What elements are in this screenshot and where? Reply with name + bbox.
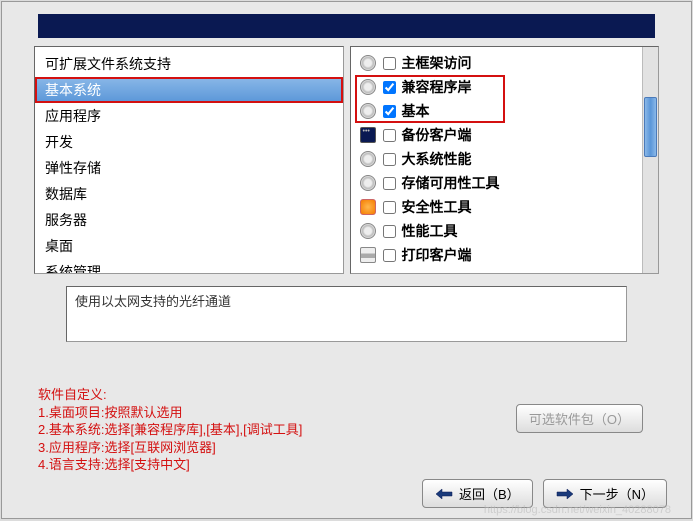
instructions-line4: 4.语言支持:选择[支持中文] xyxy=(38,456,302,474)
category-item[interactable]: 系统管理 xyxy=(35,259,343,274)
package-row[interactable]: 基本 xyxy=(351,99,659,123)
package-checkbox[interactable] xyxy=(383,129,396,142)
package-label: 存储可用性工具 xyxy=(402,173,651,193)
instructions-line3: 3.应用程序:选择[互联网浏览器] xyxy=(38,439,302,457)
package-row[interactable]: 兼容程序岸 xyxy=(351,75,659,99)
package-checkbox[interactable] xyxy=(383,225,396,238)
category-item[interactable]: 基本系统 xyxy=(35,77,343,103)
package-label: 主框架访问 xyxy=(402,53,651,73)
gear-icon xyxy=(359,78,377,96)
gear-icon xyxy=(359,54,377,72)
orange-icon xyxy=(359,198,377,216)
optional-packages-button[interactable]: 可选软件包（O） xyxy=(516,404,643,433)
installer-window: 可扩展文件系统支持基本系统应用程序开发弹性存储数据库服务器桌面系统管理 主框架访… xyxy=(1,1,692,519)
instructions-line2: 2.基本系统:选择[兼容程序库],[基本],[调试工具] xyxy=(38,421,302,439)
instructions-overlay: 软件自定义: 1.桌面项目:按照默认选用 2.基本系统:选择[兼容程序库],[基… xyxy=(38,386,302,474)
description-box: 使用以太网支持的光纤通道 xyxy=(66,286,627,342)
package-row[interactable]: 备份客户端 xyxy=(351,123,659,147)
category-item[interactable]: 应用程序 xyxy=(35,103,343,129)
package-checkbox[interactable] xyxy=(383,201,396,214)
scrollbar-vertical[interactable] xyxy=(642,47,658,273)
package-label: 安全性工具 xyxy=(402,197,651,217)
package-checkbox[interactable] xyxy=(383,153,396,166)
title-bar xyxy=(38,14,655,38)
package-label: 基本 xyxy=(402,101,651,121)
package-row[interactable]: 性能工具 xyxy=(351,219,659,243)
category-panel: 可扩展文件系统支持基本系统应用程序开发弹性存储数据库服务器桌面系统管理 xyxy=(34,46,344,274)
arrow-right-icon xyxy=(556,488,574,500)
category-item[interactable]: 数据库 xyxy=(35,181,343,207)
package-row[interactable]: 大系统性能 xyxy=(351,147,659,171)
gear-icon xyxy=(359,222,377,240)
package-checkbox[interactable] xyxy=(383,105,396,118)
optional-button-label: 可选软件包（O） xyxy=(529,409,630,428)
package-row[interactable]: 打印客户端 xyxy=(351,243,659,267)
package-checkbox[interactable] xyxy=(383,177,396,190)
package-panel: 主框架访问兼容程序岸基本备份客户端大系统性能存储可用性工具安全性工具性能工具打印… xyxy=(350,46,660,274)
package-checkbox[interactable] xyxy=(383,249,396,262)
next-button-label: 下一步（N） xyxy=(580,484,654,503)
gear-icon xyxy=(359,174,377,192)
category-item[interactable]: 桌面 xyxy=(35,233,343,259)
main-content: 可扩展文件系统支持基本系统应用程序开发弹性存储数据库服务器桌面系统管理 主框架访… xyxy=(2,46,691,274)
category-item[interactable]: 可扩展文件系统支持 xyxy=(35,51,343,77)
description-text: 使用以太网支持的光纤通道 xyxy=(75,294,231,309)
back-button-label: 返回（B） xyxy=(459,484,520,503)
package-row[interactable]: 存储可用性工具 xyxy=(351,171,659,195)
scrollbar-thumb[interactable] xyxy=(644,97,657,157)
watermark-text: https://blog.csdn.net/weixin_40288078 xyxy=(484,504,671,516)
printer-icon xyxy=(359,246,377,264)
instructions-line1: 1.桌面项目:按照默认选用 xyxy=(38,404,302,422)
category-list: 可扩展文件系统支持基本系统应用程序开发弹性存储数据库服务器桌面系统管理 xyxy=(35,47,343,274)
package-label: 打印客户端 xyxy=(402,245,651,265)
package-list: 主框架访问兼容程序岸基本备份客户端大系统性能存储可用性工具安全性工具性能工具打印… xyxy=(351,47,659,271)
category-item[interactable]: 服务器 xyxy=(35,207,343,233)
package-label: 性能工具 xyxy=(402,221,651,241)
package-label: 备份客户端 xyxy=(402,125,651,145)
package-checkbox[interactable] xyxy=(383,81,396,94)
blue-icon xyxy=(359,126,377,144)
package-label: 兼容程序岸 xyxy=(402,77,651,97)
gear-icon xyxy=(359,102,377,120)
package-checkbox[interactable] xyxy=(383,57,396,70)
package-label: 大系统性能 xyxy=(402,149,651,169)
package-row[interactable]: 安全性工具 xyxy=(351,195,659,219)
instructions-title: 软件自定义: xyxy=(38,386,302,404)
gear-icon xyxy=(359,150,377,168)
category-item[interactable]: 开发 xyxy=(35,129,343,155)
category-item[interactable]: 弹性存储 xyxy=(35,155,343,181)
package-row[interactable]: 主框架访问 xyxy=(351,51,659,75)
arrow-left-icon xyxy=(435,488,453,500)
